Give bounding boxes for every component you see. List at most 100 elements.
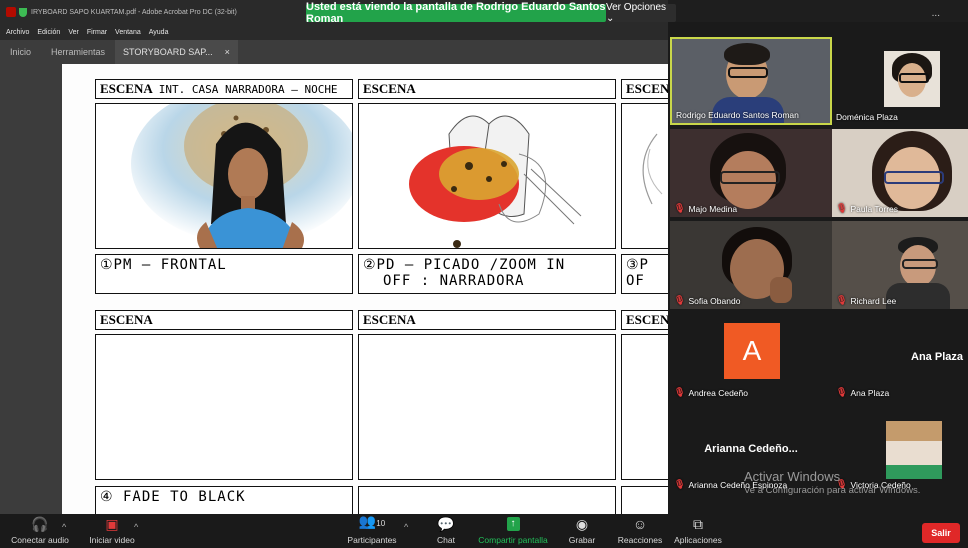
- participant-tile[interactable]: 🎙 Paula Torres: [832, 129, 968, 217]
- caption-line: OF: [626, 273, 645, 289]
- panel-2-frame: [358, 103, 616, 249]
- start-video-label: Iniciar video: [89, 535, 135, 545]
- muted-mic-icon: 🎙: [674, 387, 686, 397]
- connect-audio-label: Conectar audio: [11, 535, 69, 545]
- panel-4-caption: ④ FADE TO BLACK: [95, 486, 353, 514]
- caption-line: OFF : NARRADORA: [383, 273, 525, 289]
- participant-hair: [886, 421, 942, 441]
- record-button[interactable]: ◉ Grabar: [562, 514, 602, 548]
- menu-ver[interactable]: Ver: [68, 29, 79, 36]
- tab-inicio[interactable]: Inicio: [0, 40, 41, 64]
- record-label: Grabar: [568, 535, 596, 545]
- panel-1-frame: [95, 103, 353, 249]
- menu-edicion[interactable]: Edición: [37, 29, 60, 36]
- panel-3-caption: ③P OF: [621, 254, 668, 294]
- menu-archivo[interactable]: Archivo: [6, 29, 29, 36]
- participant-video: [884, 51, 940, 107]
- menu-ventana[interactable]: Ventana: [115, 29, 141, 36]
- panel-5-caption: [358, 486, 616, 514]
- muted-mic-icon: 🎙: [674, 295, 686, 305]
- panel-2-drawing: [359, 104, 615, 248]
- panel-2-header: ESCENA: [358, 79, 616, 99]
- muted-mic-icon: 🎙: [836, 203, 848, 213]
- apps-icon: ⧉: [693, 516, 703, 532]
- participant-name: 🎙 Majo Medina: [674, 203, 738, 214]
- scene-heading: INT. CASA NARRADORA — NOCHE: [158, 82, 338, 96]
- more-icon[interactable]: ...: [932, 8, 940, 19]
- close-tab-icon[interactable]: ×: [225, 47, 230, 57]
- menu-firmar[interactable]: Firmar: [87, 29, 107, 36]
- share-screen-label: Compartir pantalla: [478, 535, 548, 545]
- watermark-title: Activar Windows: [744, 469, 841, 484]
- tab-document[interactable]: STORYBOARD SAP... ×: [115, 40, 238, 64]
- reactions-label: Reacciones: [617, 535, 663, 545]
- start-video-button[interactable]: ▣ Iniciar video: [84, 514, 140, 548]
- muted-mic-icon: 🎙: [836, 387, 848, 397]
- muted-mic-icon: 🎙: [836, 295, 848, 305]
- share-screen-icon: ↑: [506, 517, 520, 531]
- tab-herramientas[interactable]: Herramientas: [41, 40, 115, 64]
- apps-button[interactable]: ⧉ Aplicaciones: [670, 514, 726, 548]
- reactions-icon: ☺: [632, 516, 648, 532]
- participant-tile[interactable]: 🎙 Sofia Obando: [670, 221, 832, 309]
- reactions-button[interactable]: ☺ Reacciones: [614, 514, 666, 548]
- participant-name: Doménica Plaza: [836, 112, 898, 122]
- participant-name: 🎙 Richard Lee: [836, 295, 897, 306]
- panel-5-header: ESCENA: [358, 310, 616, 330]
- panel-3-drawing: [642, 133, 663, 205]
- participants-button[interactable]: 👥10 Participantes: [342, 514, 402, 548]
- glasses-icon: [899, 73, 929, 83]
- panel-1-header: ESCENA INT. CASA NARRADORA — NOCHE: [95, 79, 353, 99]
- participant-avatar: A: [724, 323, 780, 379]
- panel-6-frame: [621, 334, 668, 480]
- acrobat-title: IRYBOARD SAPO KUARTAM.pdf - Adobe Acroba…: [31, 8, 237, 16]
- acrobat-tabs: Inicio Herramientas STORYBOARD SAP... ×: [0, 40, 668, 64]
- participants-label: Participantes: [347, 535, 397, 545]
- participant-tile[interactable]: Doménica Plaza: [832, 37, 968, 125]
- chat-label: Chat: [437, 535, 455, 545]
- participant-tile[interactable]: 🎙 Majo Medina: [670, 129, 832, 217]
- apps-label: Aplicaciones: [674, 535, 722, 545]
- view-options-button[interactable]: Ver Opciones ⌄: [606, 2, 676, 24]
- participant-tile[interactable]: Ana Plaza 🎙 Ana Plaza: [832, 313, 968, 401]
- participant-display-name: Arianna Cedeño...: [704, 443, 798, 455]
- menu-ayuda[interactable]: Ayuda: [149, 29, 169, 36]
- meeting-toolbar: 🎧 Conectar audio ^ ▣ Iniciar video ^ 👥10…: [0, 514, 968, 548]
- glasses-icon: [720, 171, 780, 184]
- record-icon: ◉: [575, 516, 589, 532]
- panel-3-frame: [621, 103, 668, 249]
- participants-count: 10: [376, 519, 386, 528]
- shared-screen: IRYBOARD SAPO KUARTAM.pdf - Adobe Acroba…: [0, 0, 668, 514]
- panel-5-frame: [358, 334, 616, 480]
- caption-line: ②PD – PICADO /ZOOM IN: [363, 257, 566, 273]
- participant-tile[interactable]: A 🎙 Andrea Cedeño: [670, 313, 832, 401]
- headphones-icon: 🎧: [31, 516, 49, 532]
- chat-button[interactable]: 💬 Chat: [428, 514, 464, 548]
- participant-tile[interactable]: Rodrigo Eduardo Santos Roman: [670, 37, 832, 125]
- scene-label: ESCENA: [626, 312, 668, 327]
- share-screen-button[interactable]: ↑ Compartir pantalla: [476, 514, 550, 548]
- panel-6-header: ESCENA: [621, 310, 668, 330]
- chat-icon: 💬: [437, 516, 455, 532]
- watermark-subtitle: Ve a Configuración para activar Windows.: [744, 485, 921, 496]
- panel-6-caption: [621, 486, 668, 514]
- participant-hair: [724, 43, 770, 65]
- panel-4-header: ESCENA: [95, 310, 353, 330]
- muted-mic-icon: 🎙: [674, 479, 686, 489]
- leave-button[interactable]: Salir: [922, 523, 960, 543]
- participant-name: 🎙 Paula Torres: [836, 203, 899, 214]
- participant-display-name: Ana Plaza: [911, 351, 963, 363]
- scene-label: ESCENA: [363, 312, 416, 327]
- chevron-up-icon[interactable]: ^: [62, 522, 66, 532]
- storyboard-page: ESCENA INT. CASA NARRADORA — NOCHE ESCEN…: [62, 64, 668, 514]
- participant-tile[interactable]: 🎙 Richard Lee: [832, 221, 968, 309]
- windows-activation-watermark: Activar Windows Ve a Configuración para …: [744, 470, 920, 498]
- chevron-up-icon[interactable]: ^: [134, 522, 138, 532]
- scene-label: ESCENA: [100, 81, 153, 96]
- panel-1-caption: ①PM – FRONTAL: [95, 254, 353, 294]
- participant-name: Rodrigo Eduardo Santos Roman: [676, 110, 799, 120]
- scene-label: ESCENA: [363, 81, 416, 96]
- glasses-icon: [884, 171, 944, 184]
- acrobat-logo-icon: [6, 7, 16, 17]
- chevron-up-icon[interactable]: ^: [404, 522, 408, 532]
